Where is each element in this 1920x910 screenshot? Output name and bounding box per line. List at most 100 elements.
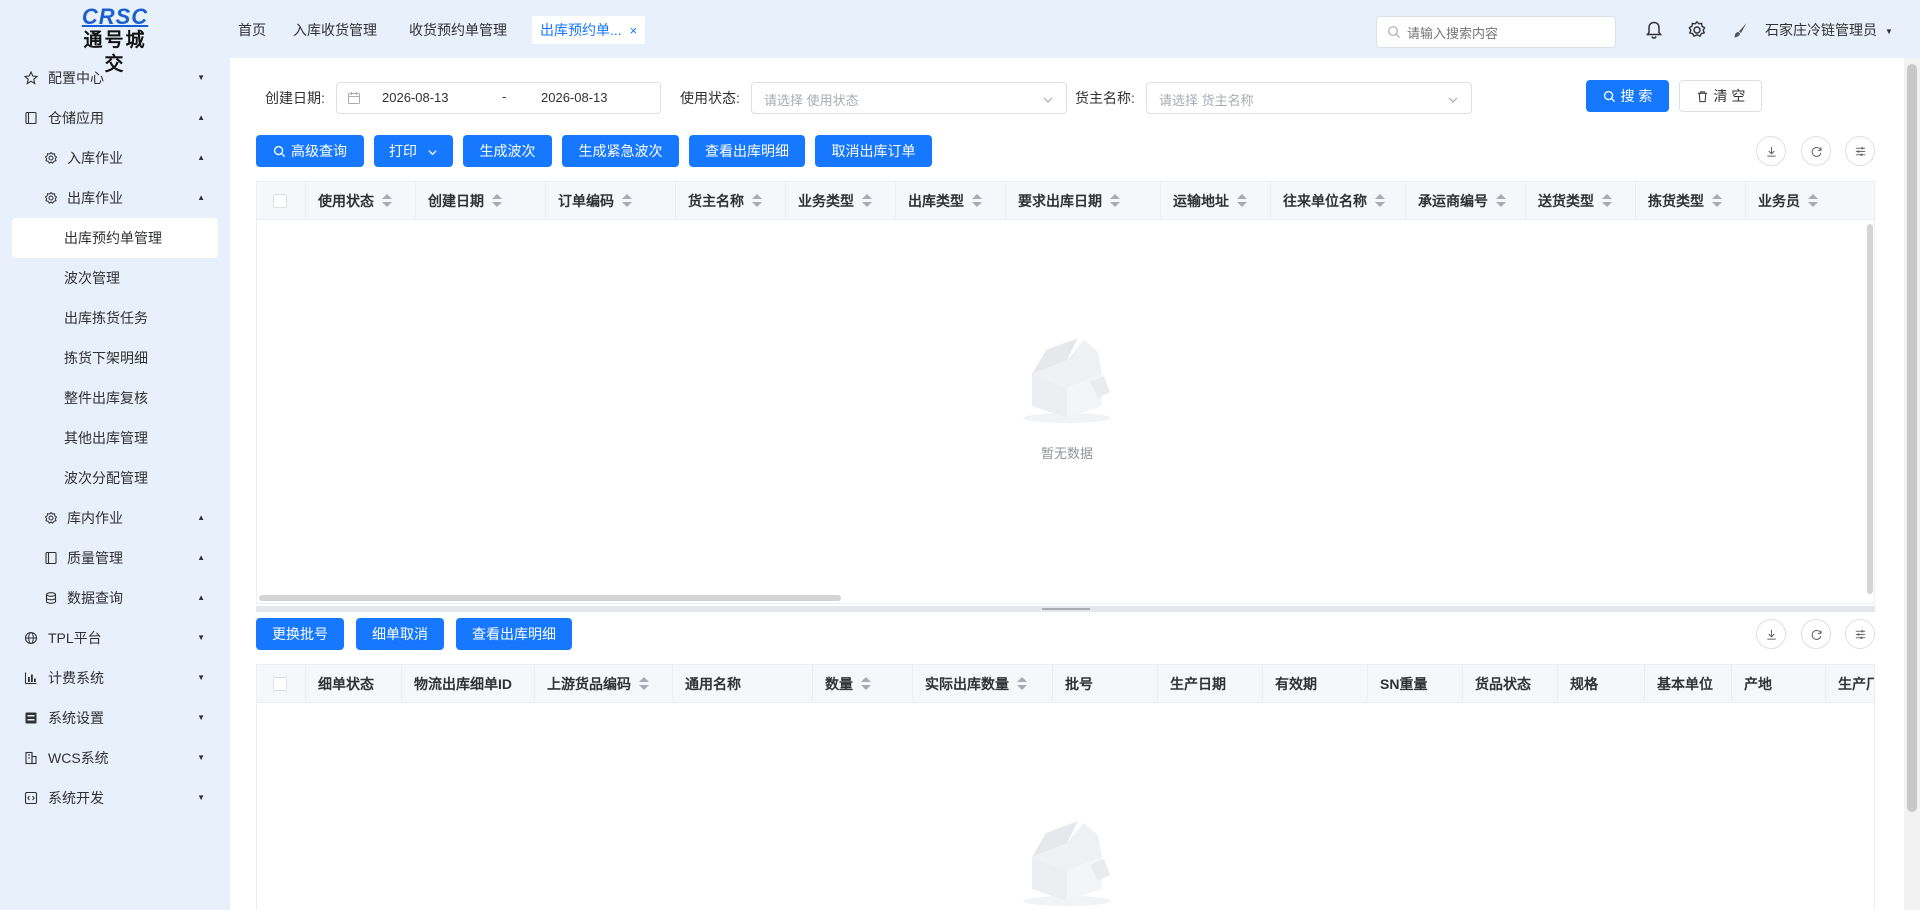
global-search[interactable] <box>1376 16 1616 48</box>
refresh-button[interactable] <box>1801 136 1831 166</box>
cancel-outbound-order-button[interactable]: 取消出库订单 <box>815 135 932 167</box>
col-base-unit[interactable]: 基本单位 <box>1645 665 1732 703</box>
bell-icon[interactable] <box>1644 20 1664 40</box>
sidebar-item-picking-task[interactable]: 出库拣货任务 <box>0 298 230 338</box>
sidebar-item-tpl-platform[interactable]: TPL平台 ▼ <box>0 618 230 658</box>
sidebar-item-config-center[interactable]: 配置中心 ▼ <box>0 58 230 98</box>
sidebar-item-wcs-system[interactable]: WCS系统 ▼ <box>0 738 230 778</box>
col-logistics-detail-id[interactable]: 物流出库细单ID <box>402 665 535 703</box>
col-production-date[interactable]: 生产日期 <box>1158 665 1263 703</box>
sidebar-item-quality-mgmt[interactable]: 质量管理 ▲ <box>0 538 230 578</box>
col-quantity[interactable]: 数量 <box>813 665 913 703</box>
change-batch-button[interactable]: 更换批号 <box>256 618 344 650</box>
col-outbound-type[interactable]: 出库类型 <box>896 182 1006 220</box>
date-end[interactable]: 2026-08-13 <box>541 90 608 105</box>
column-settings-button-2[interactable] <box>1845 619 1875 649</box>
col-usage-status[interactable]: 使用状态 <box>306 182 416 220</box>
sidebar-item-system-settings[interactable]: 系统设置 ▼ <box>0 698 230 738</box>
select-all-checkbox[interactable] <box>273 677 287 691</box>
col-upstream-code[interactable]: 上游货品编码 <box>535 665 673 703</box>
col-sn-weight[interactable]: SN重量 <box>1368 665 1463 703</box>
clear-button[interactable]: 清 空 <box>1679 80 1762 112</box>
col-transport-address[interactable]: 运输地址 <box>1161 182 1271 220</box>
tab-receiving-reservation[interactable]: 收货预约单管理 <box>409 16 507 44</box>
col-business-type[interactable]: 业务类型 <box>786 182 896 220</box>
col-required-date[interactable]: 要求出库日期 <box>1006 182 1161 220</box>
table-scrollbar-vertical[interactable] <box>1867 224 1873 594</box>
generate-urgent-wave-button[interactable]: 生成紧急波次 <box>562 135 679 167</box>
view-outbound-detail-button[interactable]: 查看出库明细 <box>689 135 805 167</box>
sidebar-item-billing[interactable]: 计费系统 ▼ <box>0 658 230 698</box>
col-partner-name[interactable]: 往来单位名称 <box>1271 182 1406 220</box>
col-manufacturer[interactable]: 生产厂 <box>1826 665 1874 703</box>
col-spec[interactable]: 规格 <box>1558 665 1645 703</box>
gear-icon[interactable] <box>1687 20 1707 40</box>
col-created-date[interactable]: 创建日期 <box>416 182 546 220</box>
sidebar-item-wave-allocation[interactable]: 波次分配管理 <box>0 458 230 498</box>
sort-icon[interactable] <box>861 677 871 691</box>
sidebar-item-inventory-ops[interactable]: 库内作业 ▲ <box>0 498 230 538</box>
sidebar-item-system-dev[interactable]: 系统开发 ▼ <box>0 778 230 818</box>
sidebar-item-outbound-ops[interactable]: 出库作业 ▲ <box>0 178 230 218</box>
col-expiry-date[interactable]: 有效期 <box>1263 665 1368 703</box>
col-batch-no[interactable]: 批号 <box>1053 665 1158 703</box>
sort-icon[interactable] <box>1017 677 1027 691</box>
sidebar-item-whole-review[interactable]: 整件出库复核 <box>0 378 230 418</box>
sort-icon[interactable] <box>972 194 982 208</box>
col-salesperson[interactable]: 业务员 <box>1746 182 1874 220</box>
column-settings-button[interactable] <box>1845 136 1875 166</box>
select-all-checkbox[interactable] <box>273 194 287 208</box>
sidebar-item-warehouse-app[interactable]: 仓储应用 ▲ <box>0 98 230 138</box>
sidebar-item-inbound-ops[interactable]: 入库作业 ▲ <box>0 138 230 178</box>
sort-icon[interactable] <box>1808 194 1818 208</box>
refresh-button-2[interactable] <box>1801 619 1831 649</box>
sort-icon[interactable] <box>492 194 502 208</box>
search-input[interactable] <box>1407 23 1607 43</box>
col-common-name[interactable]: 通用名称 <box>673 665 813 703</box>
date-start[interactable]: 2026-08-13 <box>382 90 449 105</box>
sort-icon[interactable] <box>1712 194 1722 208</box>
download-button-2[interactable] <box>1756 619 1786 649</box>
col-carrier-code[interactable]: 承运商编号 <box>1406 182 1526 220</box>
sort-icon[interactable] <box>639 677 649 691</box>
advanced-query-button[interactable]: 高级查询 <box>256 135 364 167</box>
sort-icon[interactable] <box>1237 194 1247 208</box>
status-select[interactable]: 请选择 使用状态 <box>751 82 1067 114</box>
owner-select[interactable]: 请选择 货主名称 <box>1146 82 1472 114</box>
sort-icon[interactable] <box>862 194 872 208</box>
generate-wave-button[interactable]: 生成波次 <box>463 135 552 167</box>
print-dropdown-button[interactable]: 打印 <box>374 135 453 167</box>
search-button[interactable]: 搜 索 <box>1586 80 1669 112</box>
sidebar-item-other-outbound[interactable]: 其他出库管理 <box>0 418 230 458</box>
sort-icon[interactable] <box>1375 194 1385 208</box>
col-picking-type[interactable]: 拣货类型 <box>1636 182 1746 220</box>
view-outbound-detail-button-2[interactable]: 查看出库明细 <box>456 618 572 650</box>
col-delivery-type[interactable]: 送货类型 <box>1526 182 1636 220</box>
sort-icon[interactable] <box>1496 194 1506 208</box>
col-origin[interactable]: 产地 <box>1732 665 1826 703</box>
sidebar-item-data-query[interactable]: 数据查询 ▲ <box>0 578 230 618</box>
date-range-picker[interactable]: 2026-08-13 - 2026-08-13 <box>336 82 661 114</box>
sidebar-item-wave-mgmt[interactable]: 波次管理 <box>0 258 230 298</box>
scrollbar-thumb[interactable] <box>1907 64 1917 812</box>
tab-inbound-receiving[interactable]: 入库收货管理 <box>293 16 377 44</box>
user-menu[interactable]: 石家庄冷链管理员 ▼ <box>1765 20 1893 40</box>
tab-home[interactable]: 首页 <box>238 16 266 44</box>
download-button[interactable] <box>1756 136 1786 166</box>
col-owner-name[interactable]: 货主名称 <box>676 182 786 220</box>
cancel-detail-button[interactable]: 细单取消 <box>356 618 444 650</box>
sidebar-item-picking-detail[interactable]: 拣货下架明细 <box>0 338 230 378</box>
col-detail-status[interactable]: 细单状态 <box>306 665 402 703</box>
tab-outbound-reservation[interactable]: 出库预约单... × <box>532 16 646 44</box>
close-icon[interactable]: × <box>630 23 638 38</box>
sort-icon[interactable] <box>752 194 762 208</box>
table-scrollbar-horizontal[interactable] <box>259 595 841 601</box>
sort-icon[interactable] <box>622 194 632 208</box>
pane-splitter[interactable] <box>256 606 1875 612</box>
brush-icon[interactable] <box>1730 20 1750 40</box>
sort-icon[interactable] <box>1602 194 1612 208</box>
col-actual-quantity[interactable]: 实际出库数量 <box>913 665 1053 703</box>
col-goods-status[interactable]: 货品状态 <box>1463 665 1558 703</box>
sort-icon[interactable] <box>1110 194 1120 208</box>
col-order-code[interactable]: 订单编码 <box>546 182 676 220</box>
